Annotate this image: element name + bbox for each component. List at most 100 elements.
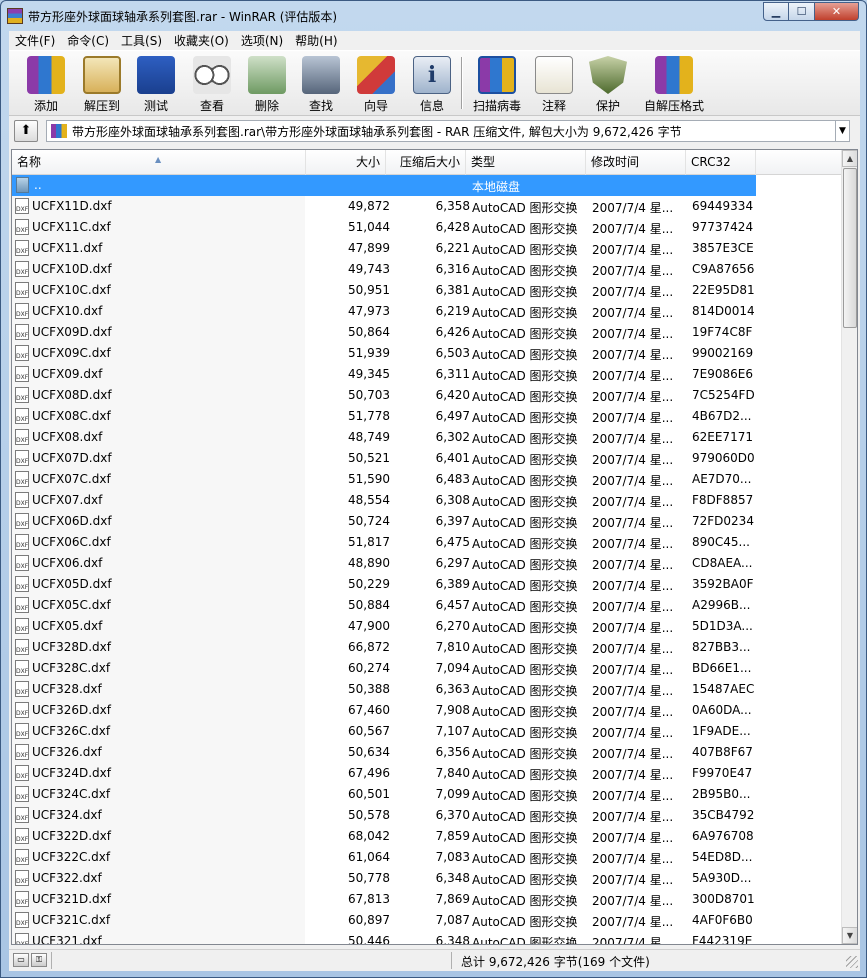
- file-name: UCFX08C.dxf: [32, 409, 111, 423]
- add-label: 添加: [33, 99, 58, 113]
- title-bar[interactable]: 带方形座外球面球轴承系列套图.rar - WinRAR (评估版本) ▁ ☐ ✕: [1, 1, 866, 31]
- file-row[interactable]: DXF UCFX09D.dxf 50,864 6,426 AutoCAD 图形交换 200…: [12, 322, 844, 343]
- view-glasses-icon: [193, 56, 231, 94]
- file-packed-size: 7,094: [435, 661, 470, 675]
- file-row[interactable]: DXF UCFX07D.dxf 50,521 6,401 AutoCAD 图形交换 200…: [12, 448, 844, 469]
- file-size: 50,446: [348, 934, 390, 945]
- file-row[interactable]: DXF UCF328C.dxf 60,274 7,094 AutoCAD 图形交换 200…: [12, 658, 844, 679]
- file-size: 51,044: [348, 220, 390, 234]
- file-row[interactable]: DXF UCF328.dxf 50,388 6,363 AutoCAD 图形交换 2007…: [12, 679, 844, 700]
- up-folder-button[interactable]: ⬆: [14, 120, 38, 142]
- file-row[interactable]: DXF UCFX07C.dxf 51,590 6,483 AutoCAD 图形交换 200…: [12, 469, 844, 490]
- file-type: AutoCAD 图形交换: [472, 915, 578, 929]
- file-row[interactable]: DXF UCFX07.dxf 48,554 6,308 AutoCAD 图形交换 2007…: [12, 490, 844, 511]
- file-packed-size: 6,420: [435, 388, 470, 402]
- file-row[interactable]: DXF UCF321.dxf 50,446 6,348 AutoCAD 图形交换 2007…: [12, 931, 844, 945]
- dxf-file-icon: DXF: [15, 471, 29, 487]
- parent-folder-row[interactable]: .. 本地磁盘: [12, 175, 756, 196]
- file-row[interactable]: DXF UCFX11C.dxf 51,044 6,428 AutoCAD 图形交换 200…: [12, 217, 844, 238]
- file-row[interactable]: DXF UCFX09C.dxf 51,939 6,503 AutoCAD 图形交换 200…: [12, 343, 844, 364]
- resize-grip[interactable]: [846, 956, 858, 968]
- scroll-thumb[interactable]: [843, 168, 857, 328]
- file-row[interactable]: DXF UCF324D.dxf 67,496 7,840 AutoCAD 图形交换 200…: [12, 763, 844, 784]
- file-row[interactable]: DXF UCFX05C.dxf 50,884 6,457 AutoCAD 图形交换 200…: [12, 595, 844, 616]
- protect-shield-icon: [589, 56, 627, 94]
- file-crc: C9A87656: [692, 262, 755, 276]
- view-label: 查看: [199, 99, 224, 113]
- file-list[interactable]: 名称 ▲ 大小 压缩后大小 类型 修改时间 CRC32 .. 本地磁盘 DXF U…: [11, 149, 858, 945]
- protect-button[interactable]: 保护: [579, 54, 637, 113]
- file-row[interactable]: DXF UCFX08C.dxf 51,778 6,497 AutoCAD 图形交换 200…: [12, 406, 844, 427]
- column-packed[interactable]: 压缩后大小: [386, 150, 466, 175]
- file-row[interactable]: DXF UCFX09.dxf 49,345 6,311 AutoCAD 图形交换 2007…: [12, 364, 844, 385]
- menu-tools[interactable]: 工具(S): [115, 32, 168, 49]
- find-button[interactable]: 查找: [292, 54, 350, 113]
- file-row[interactable]: DXF UCF321D.dxf 67,813 7,869 AutoCAD 图形交换 200…: [12, 889, 844, 910]
- file-crc: 19F74C8F: [692, 325, 753, 339]
- file-type: AutoCAD 图形交换: [472, 390, 578, 404]
- menu-commands[interactable]: 命令(C): [61, 32, 115, 49]
- menu-file[interactable]: 文件(F): [9, 32, 61, 49]
- file-name: UCFX10D.dxf: [32, 262, 112, 276]
- wizard-button[interactable]: 向导: [347, 54, 405, 113]
- file-row[interactable]: DXF UCFX10C.dxf 50,951 6,381 AutoCAD 图形交换 200…: [12, 280, 844, 301]
- column-size[interactable]: 大小: [306, 150, 386, 175]
- file-row[interactable]: DXF UCFX05D.dxf 50,229 6,389 AutoCAD 图形交换 200…: [12, 574, 844, 595]
- scroll-up-button[interactable]: ▲: [842, 150, 857, 167]
- column-type[interactable]: 类型: [466, 150, 586, 175]
- file-row[interactable]: DXF UCFX10D.dxf 49,743 6,316 AutoCAD 图形交换 200…: [12, 259, 844, 280]
- file-row[interactable]: DXF UCF324.dxf 50,578 6,370 AutoCAD 图形交换 2007…: [12, 805, 844, 826]
- file-type: AutoCAD 图形交换: [472, 621, 578, 635]
- virus-scan-button[interactable]: 扫描病毒: [468, 54, 526, 113]
- file-row[interactable]: DXF UCF324C.dxf 60,501 7,099 AutoCAD 图形交换 200…: [12, 784, 844, 805]
- view-button[interactable]: 查看: [183, 54, 241, 113]
- file-crc: 5D1D3A...: [692, 619, 753, 633]
- minimize-button[interactable]: ▁: [763, 2, 789, 21]
- file-row[interactable]: DXF UCF322.dxf 50,778 6,348 AutoCAD 图形交换 2007…: [12, 868, 844, 889]
- column-name[interactable]: 名称 ▲: [12, 150, 306, 175]
- file-row[interactable]: DXF UCF322C.dxf 61,064 7,083 AutoCAD 图形交换 200…: [12, 847, 844, 868]
- info-button[interactable]: 信息: [403, 54, 461, 113]
- dxf-file-icon: DXF: [15, 639, 29, 655]
- add-button[interactable]: 添加: [17, 54, 75, 113]
- file-name: UCF328C.dxf: [32, 661, 111, 675]
- dxf-file-icon: DXF: [15, 597, 29, 613]
- file-row[interactable]: DXF UCF326.dxf 50,634 6,356 AutoCAD 图形交换 2007…: [12, 742, 844, 763]
- maximize-button[interactable]: ☐: [789, 2, 815, 21]
- menu-help[interactable]: 帮助(H): [289, 32, 343, 49]
- drive-icon[interactable]: ▭: [13, 953, 29, 967]
- vertical-scrollbar[interactable]: ▲ ▼: [841, 150, 857, 944]
- file-row[interactable]: DXF UCFX10.dxf 47,973 6,219 AutoCAD 图形交换 2007…: [12, 301, 844, 322]
- column-crc[interactable]: CRC32: [686, 150, 756, 175]
- sfx-button[interactable]: 自解压格式: [641, 54, 707, 113]
- file-name: UCFX09D.dxf: [32, 325, 112, 339]
- file-row[interactable]: DXF UCFX08.dxf 48,749 6,302 AutoCAD 图形交换 2007…: [12, 427, 844, 448]
- menu-options[interactable]: 选项(N): [235, 32, 289, 49]
- delete-button[interactable]: 删除: [238, 54, 296, 113]
- file-row[interactable]: DXF UCFX08D.dxf 50,703 6,420 AutoCAD 图形交换 200…: [12, 385, 844, 406]
- scroll-down-button[interactable]: ▼: [842, 927, 857, 944]
- file-row[interactable]: DXF UCF326D.dxf 67,460 7,908 AutoCAD 图形交换 200…: [12, 700, 844, 721]
- file-row[interactable]: DXF UCF322D.dxf 68,042 7,859 AutoCAD 图形交换 200…: [12, 826, 844, 847]
- path-field[interactable]: 带方形座外球面球轴承系列套图.rar\带方形座外球面球轴承系列套图 - RAR …: [46, 120, 836, 142]
- file-row[interactable]: DXF UCFX11.dxf 47,899 6,221 AutoCAD 图形交换 2007…: [12, 238, 844, 259]
- winrar-app-icon[interactable]: [7, 8, 23, 24]
- dxf-file-icon: DXF: [15, 324, 29, 340]
- file-row[interactable]: DXF UCF321C.dxf 60,897 7,087 AutoCAD 图形交换 200…: [12, 910, 844, 931]
- test-button[interactable]: 测试: [127, 54, 185, 113]
- file-modified: 2007/7/4 星...: [592, 768, 674, 782]
- column-modified[interactable]: 修改时间: [586, 150, 686, 175]
- menu-favorites[interactable]: 收藏夹(O): [168, 32, 235, 49]
- file-row[interactable]: DXF UCFX11D.dxf 49,872 6,358 AutoCAD 图形交换 200…: [12, 196, 844, 217]
- file-row[interactable]: DXF UCFX05.dxf 47,900 6,270 AutoCAD 图形交换 2007…: [12, 616, 844, 637]
- file-row[interactable]: DXF UCFX06D.dxf 50,724 6,397 AutoCAD 图形交换 200…: [12, 511, 844, 532]
- close-button[interactable]: ✕: [815, 2, 859, 21]
- file-row[interactable]: DXF UCF326C.dxf 60,567 7,107 AutoCAD 图形交换 200…: [12, 721, 844, 742]
- comment-button[interactable]: 注释: [525, 54, 583, 113]
- file-row[interactable]: DXF UCF328D.dxf 66,872 7,810 AutoCAD 图形交换 200…: [12, 637, 844, 658]
- extract-to-button[interactable]: 解压到: [73, 54, 131, 113]
- file-row[interactable]: DXF UCFX06.dxf 48,890 6,297 AutoCAD 图形交换 2007…: [12, 553, 844, 574]
- key-icon[interactable]: ⚿: [31, 953, 47, 967]
- path-dropdown-button[interactable]: ▼: [836, 120, 850, 142]
- file-row[interactable]: DXF UCFX06C.dxf 51,817 6,475 AutoCAD 图形交换 200…: [12, 532, 844, 553]
